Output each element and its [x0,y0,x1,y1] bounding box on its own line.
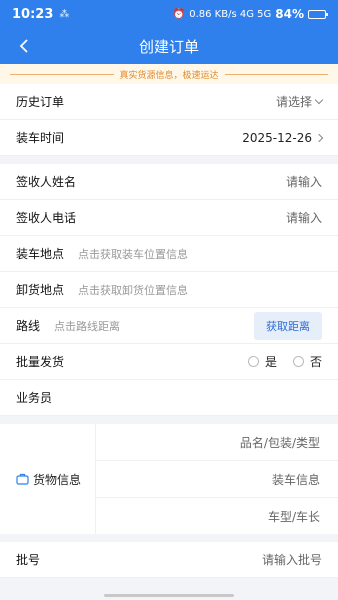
route-label: 路线 [16,319,41,333]
notice-divider-left [10,73,114,75]
history-order-row[interactable]: 历史订单 请选择 [0,84,338,120]
battery-icon [308,9,328,19]
cargo-section: 货物信息 品名/包装/类型 装车信息 车型/车长 [0,424,338,534]
batch-shipping-row: 批量发货 是 否 [0,344,338,380]
cargo-item-vehicle[interactable]: 车型/车长 [96,498,338,534]
cargo-items: 品名/包装/类型 装车信息 车型/车长 [96,424,338,534]
section-gap [0,534,338,542]
battery-text: 84% [275,7,304,21]
route-row: 路线 点击路线距离 获取距离 [0,308,338,344]
cargo-info-label: 货物信息 [33,472,82,487]
section-gap [0,156,338,164]
cargo-info-header: 货物信息 [0,424,96,534]
order-form-main: 签收人姓名 请输入 签收人电话 请输入 装车地点 点击获取装车位置信息 卸货地点… [0,164,338,416]
history-order-label: 历史订单 [16,95,65,109]
batch-number-input[interactable]: 请输入批号 [262,551,322,568]
home-indicator[interactable] [104,594,234,597]
status-bar: 10:23 ⁂ ⏰ 0.86 KB/s 4G 5G 84% [0,0,338,28]
batch-yes-option[interactable]: 是 [247,353,277,370]
unload-place-row[interactable]: 卸货地点 点击获取卸货位置信息 [0,272,338,308]
cargo-item-product[interactable]: 品名/包装/类型 [96,424,338,461]
briefcase-icon [16,473,29,485]
salesman-row[interactable]: 业务员 [0,380,338,416]
receiver-name-row[interactable]: 签收人姓名 请输入 [0,164,338,200]
section-gap [0,416,338,424]
status-right: ⏰ 0.86 KB/s 4G 5G 84% [172,7,328,21]
batch-no-option[interactable]: 否 [292,353,322,370]
cargo-item-loading[interactable]: 装车信息 [96,461,338,498]
batch-number-row[interactable]: 批号 请输入批号 [0,542,338,578]
network-indicator: 0.86 KB/s 4G 5G [189,8,272,20]
batch-no-label: 否 [309,355,322,369]
notice-divider-right [224,73,329,75]
radio-no-icon [292,356,304,367]
chevron-down-icon [314,95,324,105]
receiver-name-input[interactable]: 请输入 [286,173,322,190]
chevron-right-icon [314,133,324,142]
receiver-name-label: 签收人姓名 [16,175,77,189]
status-time: 10:23 [12,6,54,22]
load-place-label: 装车地点 [16,247,65,261]
load-time-row[interactable]: 装车时间 2025-12-26 [0,120,338,156]
batch-number-label: 批号 [16,553,41,567]
notification-icon: ⁂ [59,8,70,20]
nav-bar: 创建订单 [0,28,338,64]
notice-text: 真实货源信息，极速运达 [119,70,219,81]
get-distance-button[interactable]: 获取距离 [254,311,322,340]
notice-banner: 真实货源信息，极速运达 [0,64,338,84]
load-place-input[interactable]: 点击获取装车位置信息 [78,246,188,262]
radio-yes-icon [247,356,259,367]
back-arrow-icon [19,39,28,53]
load-place-row[interactable]: 装车地点 点击获取装车位置信息 [0,236,338,272]
batch-radio-group: 是 否 [247,353,322,370]
receiver-phone-row[interactable]: 签收人电话 请输入 [0,200,338,236]
history-order-select[interactable]: 请选择 [275,93,324,110]
back-button[interactable] [10,32,38,60]
load-time-value: 2025-12-26 [242,130,312,145]
receiver-phone-input[interactable]: 请输入 [286,209,322,226]
unload-place-label: 卸货地点 [16,283,65,297]
salesman-label: 业务员 [16,391,53,405]
load-time-select[interactable]: 2025-12-26 [242,130,324,145]
route-input[interactable]: 点击路线距离 [54,318,120,334]
batch-yes-label: 是 [264,355,277,369]
history-order-value: 请选择 [275,95,312,109]
alarm-icon: ⏰ [172,8,186,20]
batch-shipping-label: 批量发货 [16,355,65,369]
batch-number-section: 批号 请输入批号 [0,542,338,578]
page-title: 创建订单 [138,37,199,56]
load-time-label: 装车时间 [16,131,65,145]
order-form-top: 历史订单 请选择 装车时间 2025-12-26 [0,84,338,156]
receiver-phone-label: 签收人电话 [16,211,77,225]
unload-place-input[interactable]: 点击获取卸货位置信息 [78,282,188,298]
